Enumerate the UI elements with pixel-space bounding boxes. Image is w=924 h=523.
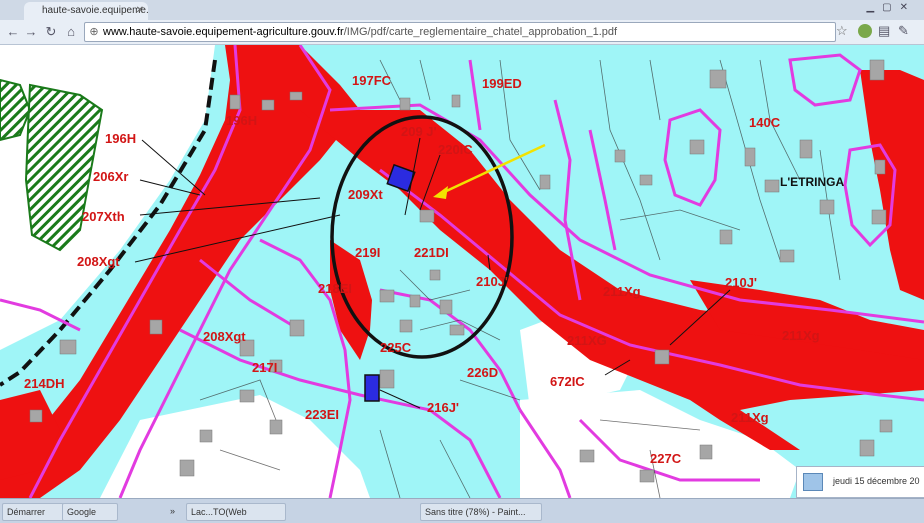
home-icon[interactable]: ⌂ <box>62 23 80 41</box>
map-label: 199ED <box>482 76 522 91</box>
taskbar: Démarrer Google » Lac...TO(Web Sans titr… <box>0 498 924 523</box>
forward-icon[interactable]: → <box>22 23 40 41</box>
map-label: 672IC <box>550 374 585 389</box>
start-button[interactable]: Démarrer <box>2 503 64 521</box>
map-label: 210J' <box>476 274 508 289</box>
map-label: 219I <box>355 245 380 260</box>
page-menu-icon[interactable]: ▤ <box>878 23 890 39</box>
map-label: 216J' <box>427 400 459 415</box>
navigation-bar: ← → ↻ ⌂ ⊕ www.haute-savoie.equipement-agr… <box>0 20 924 45</box>
map-label: 211Xg <box>603 284 641 299</box>
map-label: 211Xg <box>782 328 820 343</box>
zoning-map: 197FC 199ED 196H 196H 206Xr 207Xth 208Xg… <box>0 45 924 498</box>
tab-close-icon[interactable]: ✕ <box>136 2 144 20</box>
wrench-icon[interactable]: ✎ <box>898 23 909 39</box>
map-label: 227C <box>650 451 682 466</box>
browser-tab[interactable]: haute-savoie.equipeme... ✕ <box>24 2 148 20</box>
reload-icon[interactable]: ↻ <box>42 23 60 41</box>
map-label: 207Xth <box>82 209 125 224</box>
map-label: 223EI <box>305 407 339 422</box>
map-label: 209 J' <box>401 124 437 139</box>
map-label: 208Xgt <box>77 254 120 269</box>
star-icon[interactable]: ☆ <box>836 23 848 39</box>
window-controls[interactable]: ▁▢✕ <box>866 2 916 13</box>
taskbar-item-paint[interactable]: Sans titre (78%) - Paint... <box>420 503 542 521</box>
tab-strip: haute-savoie.equipeme... ✕ ▁▢✕ <box>0 0 924 20</box>
url-path: /IMG/pdf/carte_reglementaire_chatel_appr… <box>343 26 618 38</box>
map-label: 210J' <box>725 275 757 290</box>
map-label: 206Xr <box>93 169 128 184</box>
map-label: 220IC <box>438 142 473 157</box>
taskbar-google[interactable]: Google <box>62 503 118 521</box>
tab-title: haute-savoie.equipeme... <box>42 5 148 16</box>
date-tooltip: jeudi 15 décembre 20 <box>796 466 924 498</box>
taskbar-more[interactable]: » <box>166 503 186 519</box>
map-label: 221DI <box>414 245 449 260</box>
address-bar[interactable]: ⊕ www.haute-savoie.equipement-agriculture… <box>84 22 836 42</box>
map-label: 140C <box>749 115 781 130</box>
place-name: L'ETRINGA <box>780 175 845 189</box>
map-label: 218EI <box>318 281 352 296</box>
clock-date: jeudi 15 décembre 20 <box>833 476 920 486</box>
map-label: 217I <box>252 360 277 375</box>
map-label: 214DH <box>24 376 64 391</box>
taskbar-item-web[interactable]: Lac...TO(Web <box>186 503 286 521</box>
back-icon[interactable]: ← <box>4 23 22 41</box>
map-label: 197FC <box>352 73 392 88</box>
map-label: 226D <box>467 365 498 380</box>
map-label: 211XG <box>567 333 607 348</box>
blue-zone <box>364 374 380 402</box>
map-label: 211Xg <box>731 410 769 425</box>
map-label: 209Xt <box>348 187 383 202</box>
map-label: 208Xgt <box>203 329 246 344</box>
extension-icon[interactable] <box>858 24 872 38</box>
calendar-icon <box>803 473 823 491</box>
globe-icon: ⊕ <box>89 26 99 38</box>
map-label: 196H <box>226 113 257 128</box>
map-label: 196H <box>105 131 136 146</box>
map-label: 225C <box>380 340 412 355</box>
url-domain: www.haute-savoie.equipement-agriculture.… <box>103 26 344 38</box>
